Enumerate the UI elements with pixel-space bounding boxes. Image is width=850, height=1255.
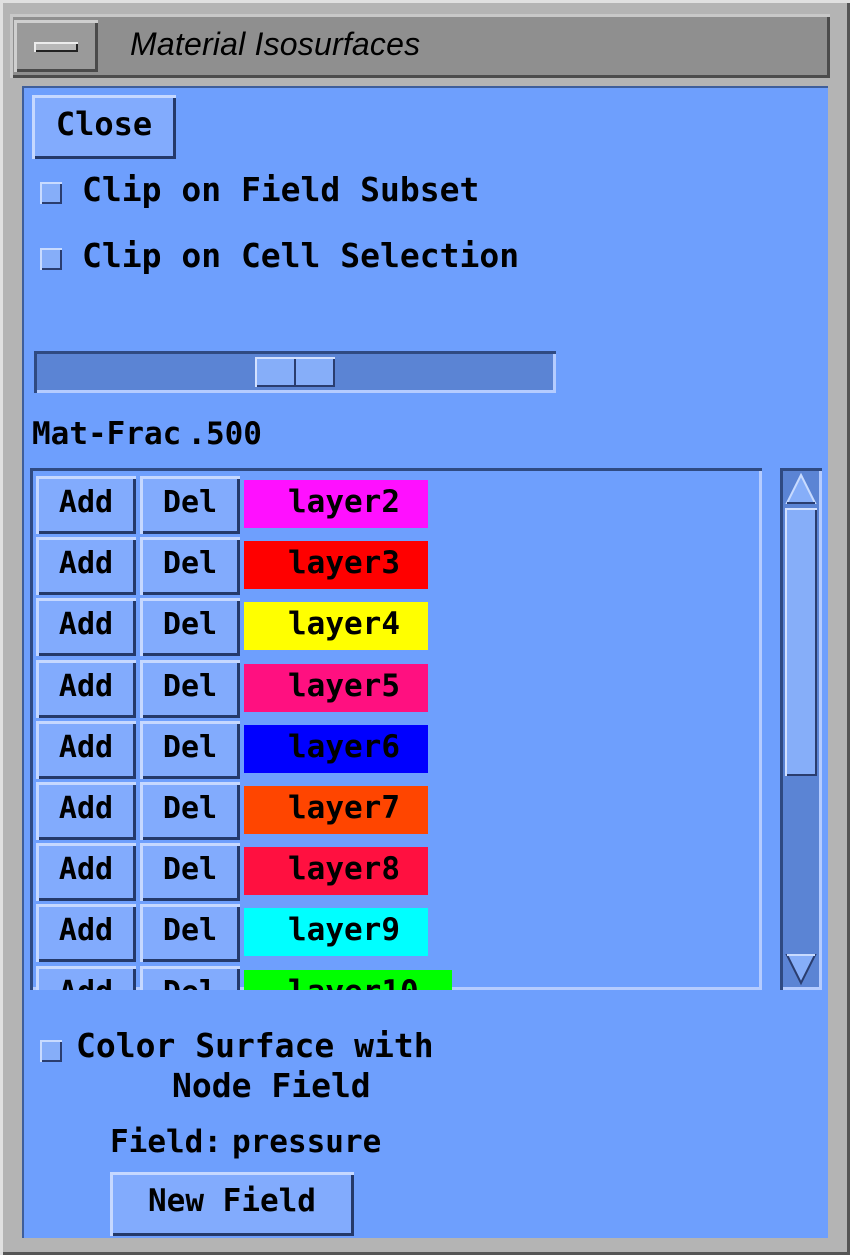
matfrac-value: .500 [187,416,262,452]
delete-layer-button[interactable]: Del [140,843,240,902]
window-title: Material Isosurfaces [130,26,421,62]
color-surface-label-line2: Node Field [172,1066,371,1105]
color-surface-label-line1: Color Surface with [76,1026,434,1065]
slider-thumb[interactable] [255,357,335,387]
title-bar[interactable]: Material Isosurfaces [10,14,830,78]
layer-name-swatch[interactable]: layer5 [244,663,428,712]
checkbox-icon[interactable] [40,248,62,270]
thumb-notch [294,359,296,385]
layer-name-swatch[interactable]: layer9 [244,908,428,957]
layer-name-swatch[interactable]: layer7 [244,786,428,834]
layer-name-swatch[interactable]: layer6 [244,724,428,773]
field-readout: Field: pressure [110,1124,381,1160]
delete-layer-button[interactable]: Del [140,965,240,990]
clip-field-subset-label: Clip on Field Subset [82,170,480,209]
matfrac-readout: Mat-Frac .500 [32,416,262,452]
add-layer-button[interactable]: Add [36,659,136,718]
checkbox-icon[interactable] [40,1040,62,1062]
delete-layer-button[interactable]: Del [140,598,240,657]
window-menu-button[interactable] [14,20,98,72]
dialog-body: Close Clip on Field Subset Clip on Cell … [22,86,828,1238]
delete-layer-button[interactable]: Del [140,476,240,534]
scroll-down-arrow-icon[interactable] [784,952,818,986]
scroll-up-arrow-icon[interactable] [784,472,818,506]
layer-name-swatch[interactable]: layer4 [244,602,428,651]
add-layer-button[interactable]: Add [36,843,136,902]
delete-layer-button[interactable]: Del [140,537,240,596]
window-frame: Material Isosurfaces Close Clip on Field… [0,0,850,1255]
delete-layer-button[interactable]: Del [140,782,240,840]
layer-name-swatch[interactable]: layer3 [244,541,428,590]
add-layer-button[interactable]: Add [36,904,136,963]
delete-layer-button[interactable]: Del [140,904,240,963]
field-label: Field: [110,1124,222,1160]
field-value: pressure [231,1124,382,1160]
new-field-button[interactable]: New Field [110,1172,354,1236]
add-layer-button[interactable]: Add [36,537,136,596]
add-layer-button[interactable]: Add [36,720,136,779]
add-layer-button[interactable]: Add [36,598,136,657]
color-surface-label: Color Surface with Node Field [76,1026,434,1106]
close-button[interactable]: Close [32,95,176,159]
scroll-thumb[interactable] [785,508,817,776]
delete-layer-button[interactable]: Del [140,720,240,779]
layer-name-swatch[interactable]: layer10 [244,969,452,990]
checkbox-icon[interactable] [40,182,62,204]
add-layer-button[interactable]: Add [36,782,136,840]
layer-name-swatch[interactable]: layer8 [244,847,428,896]
layer-name-swatch[interactable]: layer2 [244,480,428,528]
layer-list[interactable]: Add Del layer2 Add Del layer3 Add Del layer4 Add D… [30,468,762,990]
layer-list-scrollbar[interactable] [780,468,822,990]
matfrac-slider[interactable] [34,351,556,393]
delete-layer-button[interactable]: Del [140,659,240,718]
minimize-bar-icon [34,42,78,52]
matfrac-label: Mat-Frac [32,416,182,452]
add-layer-button[interactable]: Add [36,476,136,534]
add-layer-button[interactable]: Add [36,965,136,990]
clip-cell-selection-label: Clip on Cell Selection [82,236,520,275]
